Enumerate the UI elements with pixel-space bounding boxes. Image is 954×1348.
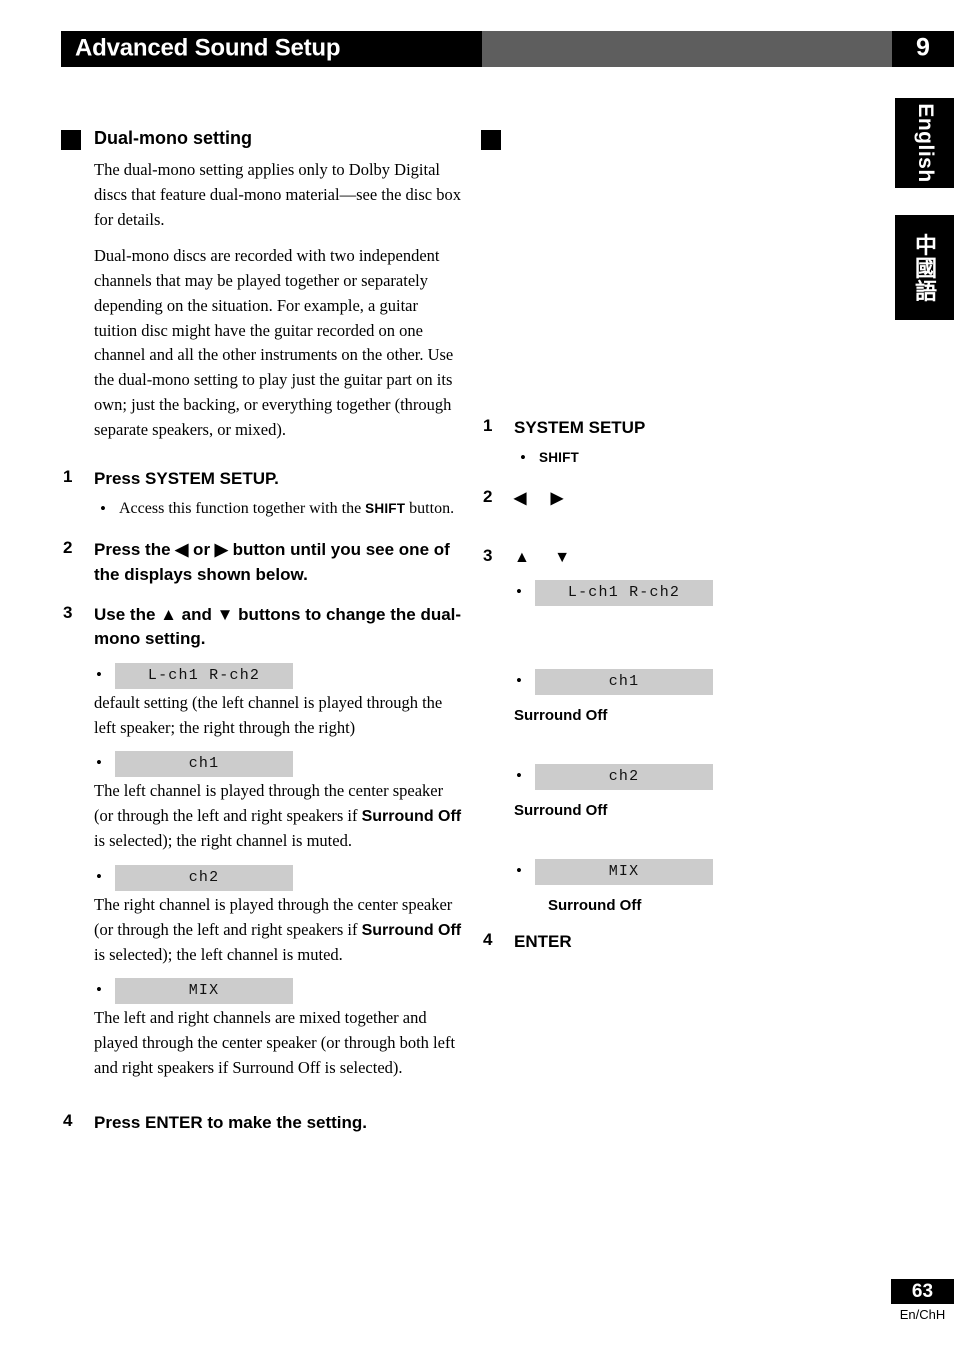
side-tab-english: English bbox=[895, 98, 954, 188]
display-desc-lch1-rch2: default setting (the left channel is pla… bbox=[94, 692, 443, 737]
display-desc-ch1-b: is selected); the right channel is muted… bbox=[94, 831, 352, 851]
right-step-1-note: SHIFT bbox=[481, 446, 883, 470]
display-row-ch1: ch1 bbox=[61, 751, 463, 778]
header-title-block: Advanced Sound Setup bbox=[61, 31, 482, 67]
right-surround-off-note-3: Surround Off bbox=[548, 897, 642, 915]
left-section-title: Dual-mono setting bbox=[94, 128, 252, 148]
right-step-2-number: 2 bbox=[483, 487, 493, 507]
right-display-row-mix: MIX bbox=[481, 859, 883, 886]
right-shift-button-label: SHIFT bbox=[539, 449, 579, 465]
page-title: Advanced Sound Setup bbox=[75, 34, 341, 62]
right-step-1: 1 SYSTEM SETUP bbox=[481, 416, 883, 441]
chapter-number: 9 bbox=[916, 33, 930, 62]
right-step-3-arrows: ▲ ▼ bbox=[514, 549, 581, 567]
step-2-number: 2 bbox=[63, 538, 73, 558]
page-language-code: En/ChH bbox=[899, 1307, 946, 1322]
step-2-text: Press the ◀ or ▶ button until you see on… bbox=[94, 540, 450, 584]
right-step-4-number: 4 bbox=[483, 930, 493, 950]
shift-button-label: SHIFT bbox=[365, 500, 406, 516]
display-desc-ch2: The right channel is played through the … bbox=[94, 893, 463, 968]
display-desc-ch2-b: is selected); the left channel is muted. bbox=[94, 944, 343, 964]
step-1: 1 Press SYSTEM SETUP. bbox=[61, 467, 463, 492]
right-section-heading bbox=[481, 128, 883, 150]
side-tab-chinese: 中國語 bbox=[895, 215, 954, 320]
display-desc-mix: The left and right channels are mixed to… bbox=[94, 1008, 456, 1077]
right-step-3-number: 3 bbox=[483, 546, 493, 566]
black-square-bullet-icon bbox=[61, 130, 81, 150]
step-1-note-suffix: button. bbox=[405, 499, 455, 517]
surround-off-bold-2: Surround Off bbox=[361, 921, 462, 939]
display-row-lch1-rch2: L-ch1 R-ch2 bbox=[61, 662, 463, 689]
chapter-number-badge: 9 bbox=[892, 31, 954, 67]
right-display-box-lch1-rch2: L-ch1 R-ch2 bbox=[535, 580, 713, 607]
side-tab-chinese-label: 中國語 bbox=[912, 233, 938, 302]
page-footer: 63 En/ChH bbox=[891, 1279, 954, 1322]
display-box-lch1-rch2: L-ch1 R-ch2 bbox=[115, 662, 293, 689]
display-row-ch2: ch2 bbox=[61, 864, 463, 891]
step-1-text: Press SYSTEM SETUP. bbox=[94, 469, 279, 489]
left-column: Dual-mono setting The dual-mono setting … bbox=[61, 128, 463, 1141]
right-display-row-ch2: ch2 bbox=[481, 764, 883, 791]
step-4: 4 Press ENTER to make the setting. bbox=[61, 1111, 463, 1136]
display-box-ch2: ch2 bbox=[115, 864, 293, 891]
intro-paragraph-1: The dual-mono setting applies only to Do… bbox=[94, 160, 462, 229]
page-number: 63 bbox=[891, 1279, 954, 1304]
right-display-row-ch1: ch1 bbox=[481, 669, 883, 696]
right-step-1-number: 1 bbox=[483, 416, 493, 435]
right-blank-body-area bbox=[481, 158, 883, 416]
right-surround-off-note-1: Surround Off bbox=[514, 707, 608, 725]
display-box-mix: MIX bbox=[115, 978, 293, 1005]
step-3-number: 3 bbox=[63, 602, 73, 622]
right-column: 1 SYSTEM SETUP SHIFT 2 ◀ ▶ 3 ▲ ▼ L-ch1 R… bbox=[481, 128, 883, 961]
black-square-bullet-icon-right bbox=[481, 130, 501, 150]
display-row-mix: MIX bbox=[61, 978, 463, 1005]
step-2: 2 Press the ◀ or ▶ button until you see … bbox=[61, 538, 463, 587]
step-4-number: 4 bbox=[63, 1110, 73, 1130]
right-display-box-ch1: ch1 bbox=[535, 669, 713, 696]
right-step-1-text: SYSTEM SETUP bbox=[514, 418, 646, 437]
step-4-text: Press ENTER to make the setting. bbox=[94, 1112, 368, 1132]
right-step-4-text: ENTER bbox=[514, 932, 572, 952]
right-step-4: 4 ENTER bbox=[481, 930, 883, 955]
step-1-number: 1 bbox=[63, 467, 73, 487]
header-gray-bar bbox=[482, 31, 895, 67]
right-step-3: 3 ▲ ▼ bbox=[481, 546, 883, 569]
left-section-heading: Dual-mono setting bbox=[61, 128, 463, 150]
right-step-2-arrows: ◀ ▶ bbox=[514, 490, 574, 508]
right-step-2: 2 ◀ ▶ bbox=[481, 487, 883, 510]
display-desc-ch1: The left channel is played through the c… bbox=[94, 779, 463, 854]
surround-off-bold-1: Surround Off bbox=[361, 808, 462, 826]
side-tab-english-label: English bbox=[913, 103, 937, 183]
step-3-text: Use the ▲ and ▼ buttons to change the du… bbox=[94, 604, 462, 649]
page-header: Advanced Sound Setup 9 bbox=[61, 31, 954, 67]
intro-paragraph-2: Dual-mono discs are recorded with two in… bbox=[94, 246, 454, 439]
right-display-row-lch1-rch2: L-ch1 R-ch2 bbox=[481, 580, 883, 607]
display-box-ch1: ch1 bbox=[115, 751, 293, 778]
step-3: 3 Use the ▲ and ▼ buttons to change the … bbox=[61, 603, 463, 652]
right-surround-off-note-2: Surround Off bbox=[514, 802, 608, 820]
right-display-box-mix: MIX bbox=[535, 859, 713, 886]
right-display-box-ch2: ch2 bbox=[535, 764, 713, 791]
step-1-note-prefix: Access this function together with the bbox=[119, 499, 366, 517]
step-1-note: Access this function together with the S… bbox=[61, 497, 463, 521]
